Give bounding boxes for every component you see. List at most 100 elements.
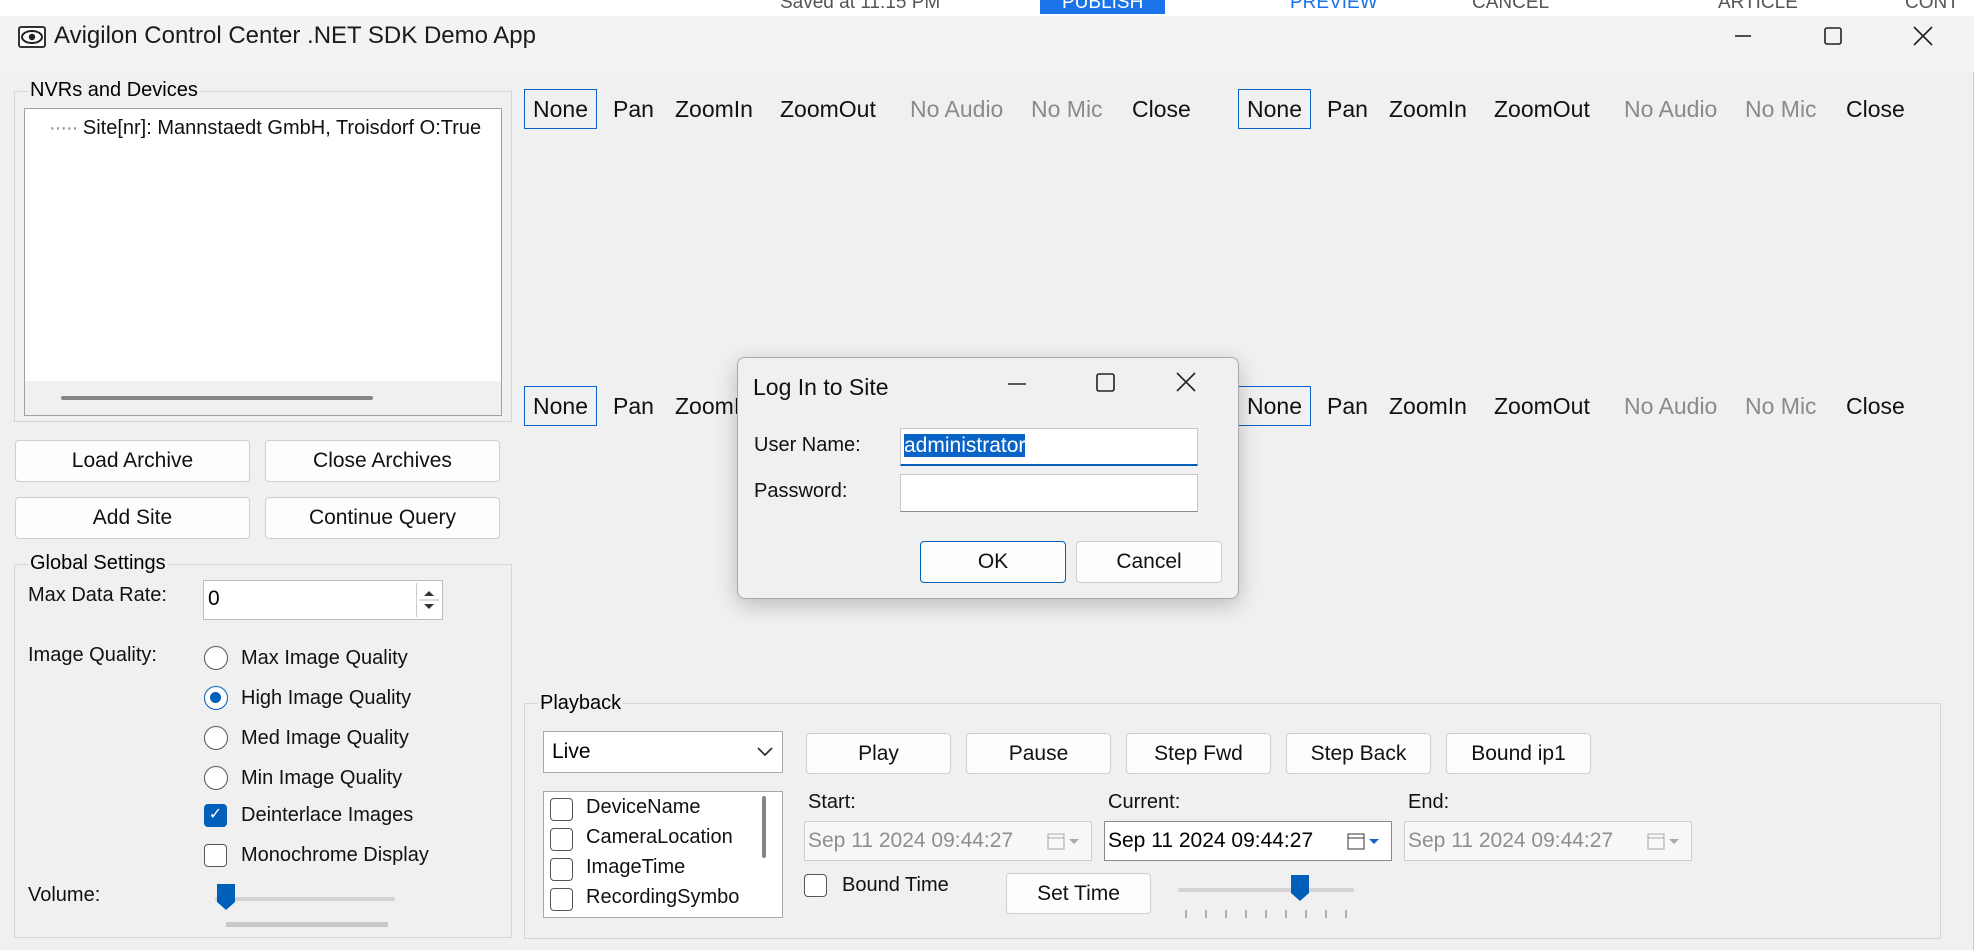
ok-button[interactable]: OK [920,541,1066,583]
end-datetime[interactable]: Sep 11 2024 09:44:27 [1404,821,1692,861]
minimize-icon [1735,35,1751,37]
deinterlace-checkbox[interactable]: ✓ [204,804,227,827]
toolbar-zoomout-button[interactable]: ZoomOut [780,96,876,123]
toolbar-no-audio-button: No Audio [1624,393,1718,419]
toolbar-none-button[interactable]: None [524,386,597,426]
deinterlace-label: Deinterlace Images [241,804,414,826]
toolbar-close-button[interactable]: Close [1846,96,1905,123]
close-icon [1176,372,1196,392]
user-name-input[interactable]: administrator [900,428,1198,466]
toolbar-none-button[interactable]: None [1238,89,1311,129]
minimize-icon [1008,383,1026,385]
video-toolbar-top-right: None Pan ZoomIn ZoomOut No Audio No Mic Close [1238,89,1938,129]
calendar-dropdown-icon [1347,833,1379,850]
toolbar-no-mic-button: No Mic [1031,96,1103,122]
password-input[interactable] [900,474,1198,512]
video-toolbar-bottom-right: None Pan ZoomIn ZoomOut No Audio No Mic Close [1238,386,1938,426]
volume-track[interactable] [215,897,395,901]
set-time-button[interactable]: Set Time [1006,873,1151,914]
maximize-button[interactable] [1788,0,1878,72]
close-archives-button[interactable]: Close Archives [265,440,500,482]
image-quality-label: Image Quality: [28,644,157,666]
bound-time-label: Bound Time [842,874,949,896]
scrollbar-thumb[interactable] [61,396,373,400]
cancel-button[interactable]: Cancel [1076,541,1222,583]
bound-time-checkbox[interactable] [804,874,827,897]
bg-saved-text: Saved at 11:15 PM [780,0,941,13]
volume-label: Volume: [28,884,101,906]
calendar-dropdown-icon [1047,833,1079,850]
toolbar-zoomin-button[interactable]: ZoomIn [1389,393,1467,420]
checklist-scrollbar-thumb[interactable] [762,796,766,858]
dialog-close-button[interactable] [1166,368,1206,398]
add-site-button[interactable]: Add Site [15,497,250,539]
start-datetime[interactable]: Sep 11 2024 09:44:27 [804,821,1092,861]
dialog-minimize-button[interactable] [996,368,1036,398]
tree-item-site[interactable]: ····· Site[nr]: Mannstaedt GmbH, Troisdo… [49,117,481,140]
current-label: Current: [1108,791,1181,813]
chevron-down-icon [757,747,773,757]
speed-ticks [1185,910,1347,918]
max-quality-label: Max Image Quality [241,647,408,669]
start-label: Start: [808,791,856,813]
min-quality-label: Min Image Quality [241,767,403,789]
playback-mode-select[interactable]: Live [543,731,783,773]
step-fwd-button[interactable]: Step Fwd [1126,733,1271,774]
speed-track[interactable] [1178,888,1354,892]
continue-query-button[interactable]: Continue Query [265,497,500,539]
toolbar-close-button[interactable]: Close [1132,96,1191,123]
monochrome-checkbox[interactable] [204,844,227,867]
close-icon [1913,26,1933,46]
play-button[interactable]: Play [806,733,951,774]
monochrome-label: Monochrome Display [241,844,429,866]
toolbar-zoomin-button[interactable]: ZoomIn [1389,96,1467,123]
window-title: Avigilon Control Center .NET SDK Demo Ap… [54,22,537,49]
toolbar-no-mic-button: No Mic [1745,393,1817,419]
high-quality-label: High Image Quality [241,687,412,709]
min-quality-radio[interactable] [204,766,228,790]
step-back-button[interactable]: Step Back [1286,733,1431,774]
toolbar-pan-button[interactable]: Pan [1327,96,1368,123]
volume-slider-thumb[interactable] [216,883,236,911]
minimize-button[interactable] [1698,0,1788,72]
toolbar-close-button[interactable]: Close [1846,393,1905,420]
toolbar-none-button[interactable]: None [524,89,597,129]
toolbar-none-button[interactable]: None [1238,386,1311,426]
overlay-checklist[interactable]: DeviceName CameraLocation ImageTime Reco… [543,791,783,918]
spin-buttons[interactable] [416,583,440,617]
overlay-devicename-checkbox[interactable] [550,798,573,821]
toolbar-pan-button[interactable]: Pan [613,96,654,123]
toolbar-zoomout-button[interactable]: ZoomOut [1494,393,1590,420]
med-quality-label: Med Image Quality [241,727,409,749]
eye-icon [18,26,46,48]
toolbar-zoomout-button[interactable]: ZoomOut [1494,96,1590,123]
bg-cancel: CANCEL [1472,0,1550,13]
toolbar-no-audio-button: No Audio [910,96,1004,122]
load-archive-button[interactable]: Load Archive [15,440,250,482]
max-quality-radio[interactable] [204,646,228,670]
current-datetime[interactable]: Sep 11 2024 09:44:27 [1104,821,1392,861]
overlay-recordingsymbol-checkbox[interactable] [550,888,573,911]
med-quality-radio[interactable] [204,726,228,750]
max-data-rate-input[interactable]: 0 [203,580,443,620]
speed-slider-thumb[interactable] [1290,874,1310,902]
close-window-button[interactable] [1878,0,1968,72]
overlay-recordingsymbol-label: RecordingSymbo [586,886,740,908]
toolbar-pan-button[interactable]: Pan [1327,393,1368,420]
bound-ip1-button[interactable]: Bound ip1 [1446,733,1591,774]
bg-publish: PUBLISH [1040,0,1166,14]
spin-arrows-icon [419,591,439,609]
dialog-maximize-button[interactable] [1086,368,1126,398]
overlay-cameralocation-checkbox[interactable] [550,828,573,851]
maximize-icon [1096,373,1115,392]
device-tree[interactable]: ····· Site[nr]: Mannstaedt GmbH, Troisdo… [24,108,502,416]
toolbar-pan-button[interactable]: Pan [613,393,654,420]
tree-horizontal-scrollbar[interactable] [25,381,501,415]
max-data-rate-label: Max Data Rate: [28,584,167,606]
end-label: End: [1408,791,1450,813]
slider-thumb-icon [217,884,235,910]
toolbar-zoomin-button[interactable]: ZoomIn [675,96,753,123]
overlay-imagetime-checkbox[interactable] [550,858,573,881]
pause-button[interactable]: Pause [966,733,1111,774]
high-quality-radio[interactable] [204,686,228,710]
